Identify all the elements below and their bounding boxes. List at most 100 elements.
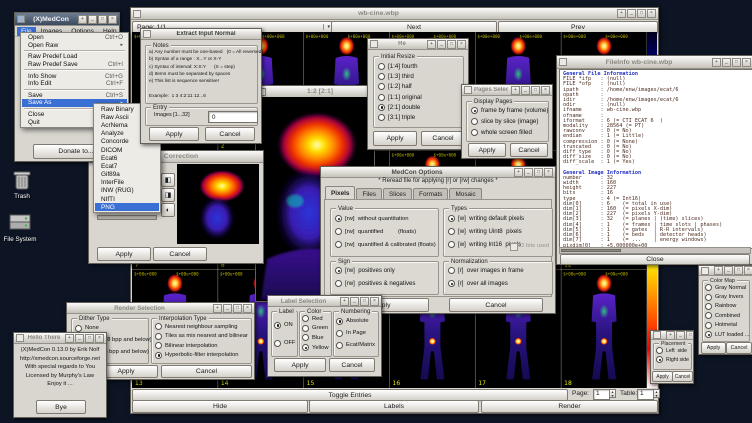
apply-button[interactable]: Apply bbox=[149, 127, 199, 141]
minimize-button-icon[interactable]: _ bbox=[524, 168, 533, 177]
close-button-icon[interactable]: × bbox=[744, 266, 752, 275]
radio-option-tiles-as-mix-nearest-and-bilinear[interactable]: Tiles as mix nearest and bilinear bbox=[155, 332, 250, 342]
close-button-icon[interactable]: × bbox=[742, 58, 751, 67]
cancel-button[interactable]: Cancel bbox=[449, 298, 543, 312]
radio-option-rw-without-quantitation[interactable]: [rw] without quantitation bbox=[335, 212, 437, 225]
close-button-icon[interactable]: × bbox=[647, 9, 656, 18]
close-button-icon[interactable]: × bbox=[95, 334, 104, 343]
radio-option-rw-quantified-floats[interactable]: [rw] quantified (floats) bbox=[335, 225, 437, 238]
submenu-item-inw-rug[interactable]: INW (RUG) bbox=[95, 187, 159, 195]
menu-item-open[interactable]: OpenCtrl+O bbox=[22, 34, 127, 42]
shade-button-icon[interactable]: + bbox=[511, 86, 520, 95]
minimize-button-icon[interactable]: _ bbox=[223, 304, 232, 313]
radio-option-lut-loaded[interactable]: LUT loaded ... bbox=[705, 330, 749, 339]
radio-option-right-side[interactable]: Right side bbox=[656, 355, 691, 364]
tab-mosaic[interactable]: Mosaic bbox=[449, 188, 481, 199]
minimize-button-icon[interactable]: _ bbox=[75, 334, 84, 343]
contrast-tool-button[interactable]: ◧ bbox=[161, 173, 175, 187]
minimize-button-icon[interactable]: _ bbox=[724, 266, 733, 275]
radio-option-ecat-matrix[interactable]: Ecat/Matrix bbox=[336, 339, 378, 351]
maximize-button-icon[interactable]: □ bbox=[360, 297, 369, 306]
shade-button-icon[interactable]: + bbox=[514, 168, 523, 177]
options-titlebar[interactable]: MedCon Options +_□× bbox=[321, 167, 555, 178]
submenu-item-png[interactable]: PNG bbox=[95, 203, 159, 211]
radio-option-whole-screen-filled[interactable]: whole screen filled bbox=[471, 127, 547, 138]
radio-option-gray-invers[interactable]: Gray Invers bbox=[705, 292, 749, 301]
tab-files[interactable]: Files bbox=[356, 188, 382, 199]
apply-button[interactable]: Apply bbox=[274, 358, 326, 372]
radio-option-1-3-third[interactable]: [1:3] third bbox=[378, 71, 461, 81]
horizontal-scrollbar[interactable] bbox=[559, 247, 751, 254]
label-titlebar[interactable]: Label Selection +_□× bbox=[268, 296, 381, 307]
spinner-arrows-icon[interactable]: ▲▼ bbox=[610, 389, 616, 398]
cancel-button[interactable]: Cancel bbox=[421, 131, 465, 146]
medcon-titlebar[interactable]: (X)MedCon +_□× bbox=[15, 13, 119, 26]
radio-option-rainbow[interactable]: Rainbow bbox=[705, 302, 749, 311]
radio-option-bilinear-interpolation[interactable]: Bilinear interpolation bbox=[155, 341, 250, 351]
tab-formats[interactable]: Formats bbox=[413, 188, 448, 199]
radio-option-3-1-triple[interactable]: [3:1] triple bbox=[378, 112, 461, 122]
hello-titlebar[interactable]: Hello There +_□× bbox=[14, 333, 106, 344]
close-button[interactable]: Close bbox=[560, 254, 750, 265]
maximize-button-icon[interactable]: □ bbox=[734, 266, 743, 275]
maximize-button-icon[interactable]: □ bbox=[98, 15, 107, 24]
radio-option-yellow[interactable]: Yellow bbox=[302, 343, 331, 353]
apply-button[interactable]: Apply bbox=[373, 131, 417, 146]
labels-button[interactable]: Labels bbox=[309, 400, 479, 413]
maximize-button-icon[interactable]: □ bbox=[447, 40, 456, 49]
maximize-button-icon[interactable]: □ bbox=[85, 334, 94, 343]
radio-option-nearest-neighbour-sampling[interactable]: Nearest neighbour sampling bbox=[155, 322, 250, 332]
submenu-item-interfile[interactable]: InterFile bbox=[95, 179, 159, 187]
maximize-button-icon[interactable]: □ bbox=[531, 86, 540, 95]
radio-option-2-1-double[interactable]: [2:1] double bbox=[378, 102, 461, 112]
shade-button-icon[interactable]: + bbox=[617, 9, 626, 18]
maximize-button-icon[interactable]: □ bbox=[233, 304, 242, 313]
cancel-button[interactable]: Cancel bbox=[205, 127, 255, 141]
menu-item-open-raw[interactable]: Open Raw▸ bbox=[22, 42, 127, 50]
images-input[interactable]: 0 bbox=[208, 111, 258, 123]
maximize-button-icon[interactable]: □ bbox=[534, 168, 543, 177]
radio-option-1-4-fourth[interactable]: [1:4] fourth bbox=[378, 61, 461, 71]
submenu-item-dicom[interactable]: DICOM bbox=[95, 146, 159, 154]
pages-titlebar[interactable]: Pages Selection +_□× bbox=[462, 85, 552, 96]
maximize-button-icon[interactable]: □ bbox=[637, 9, 646, 18]
radio-option-left-side[interactable]: Left side bbox=[656, 346, 691, 355]
shade-button-icon[interactable]: + bbox=[213, 304, 222, 313]
spinner-arrows-icon[interactable]: ▲▼ bbox=[654, 389, 660, 398]
submenu-item-ecat7[interactable]: Ecat7 bbox=[95, 162, 159, 170]
close-button-icon[interactable]: × bbox=[108, 15, 117, 24]
minimize-button-icon[interactable]: _ bbox=[676, 331, 685, 340]
apply-button[interactable]: Apply bbox=[652, 371, 673, 382]
radio-option-r-over-all-images[interactable]: [r] over all images bbox=[448, 277, 551, 290]
submenu-item-nifti[interactable]: NIfTI bbox=[95, 195, 159, 203]
minimize-button-icon[interactable]: _ bbox=[722, 58, 731, 67]
minimize-button-icon[interactable]: _ bbox=[437, 40, 446, 49]
tab-slices[interactable]: Slices bbox=[383, 188, 412, 199]
maximize-button-icon[interactable]: □ bbox=[686, 331, 693, 340]
fileinfo-titlebar[interactable]: FileInfo wb-cine.wbp +_□× bbox=[557, 56, 752, 69]
radio-option-rw-positives-only[interactable]: [rw] positives only bbox=[335, 264, 437, 277]
cancel-button[interactable]: Cancel bbox=[161, 365, 252, 378]
menu-item-raw-predef-load[interactable]: Raw Predef Load bbox=[22, 53, 127, 61]
radio-option-hotmetal[interactable]: Hotmetal bbox=[705, 321, 749, 330]
hide-button[interactable]: Hide bbox=[132, 400, 308, 413]
radio-option-hyperbolic-filter-interpolation[interactable]: Hyperbolic-filter interpolation bbox=[155, 351, 250, 361]
page-spinner[interactable]: 1 ▲▼ bbox=[593, 389, 616, 400]
tab-pixels[interactable]: Pixels bbox=[325, 186, 355, 199]
cancel-button[interactable]: Cancel bbox=[153, 247, 207, 261]
shade-button-icon[interactable]: + bbox=[78, 15, 87, 24]
render-button[interactable]: Render bbox=[481, 400, 658, 413]
brightness-tool-button[interactable]: ◨ bbox=[161, 188, 175, 202]
radio-option-in-page[interactable]: In Page bbox=[336, 327, 378, 339]
minimize-button-icon[interactable]: _ bbox=[627, 9, 636, 18]
radio-option-rw-quantified-calibrated-floats[interactable]: [rw] quantified & calibrated (floats) bbox=[335, 238, 437, 251]
maximize-button-icon[interactable]: □ bbox=[732, 58, 741, 67]
radio-option-r-over-images-in-frame[interactable]: [r] over images in frame bbox=[448, 264, 551, 277]
radio-option-w-writing-uint8-pixels[interactable]: [w] writing Uint8 pixels bbox=[448, 225, 551, 238]
submenu-item-gif89a[interactable]: Gif89a bbox=[95, 171, 159, 179]
shade-button-icon[interactable]: + bbox=[340, 297, 349, 306]
shade-button-icon[interactable]: + bbox=[65, 334, 74, 343]
shade-button-icon[interactable]: + bbox=[714, 266, 723, 275]
close-button-icon[interactable]: × bbox=[541, 86, 550, 95]
invert-tool-button[interactable]: ◐ bbox=[161, 203, 175, 217]
